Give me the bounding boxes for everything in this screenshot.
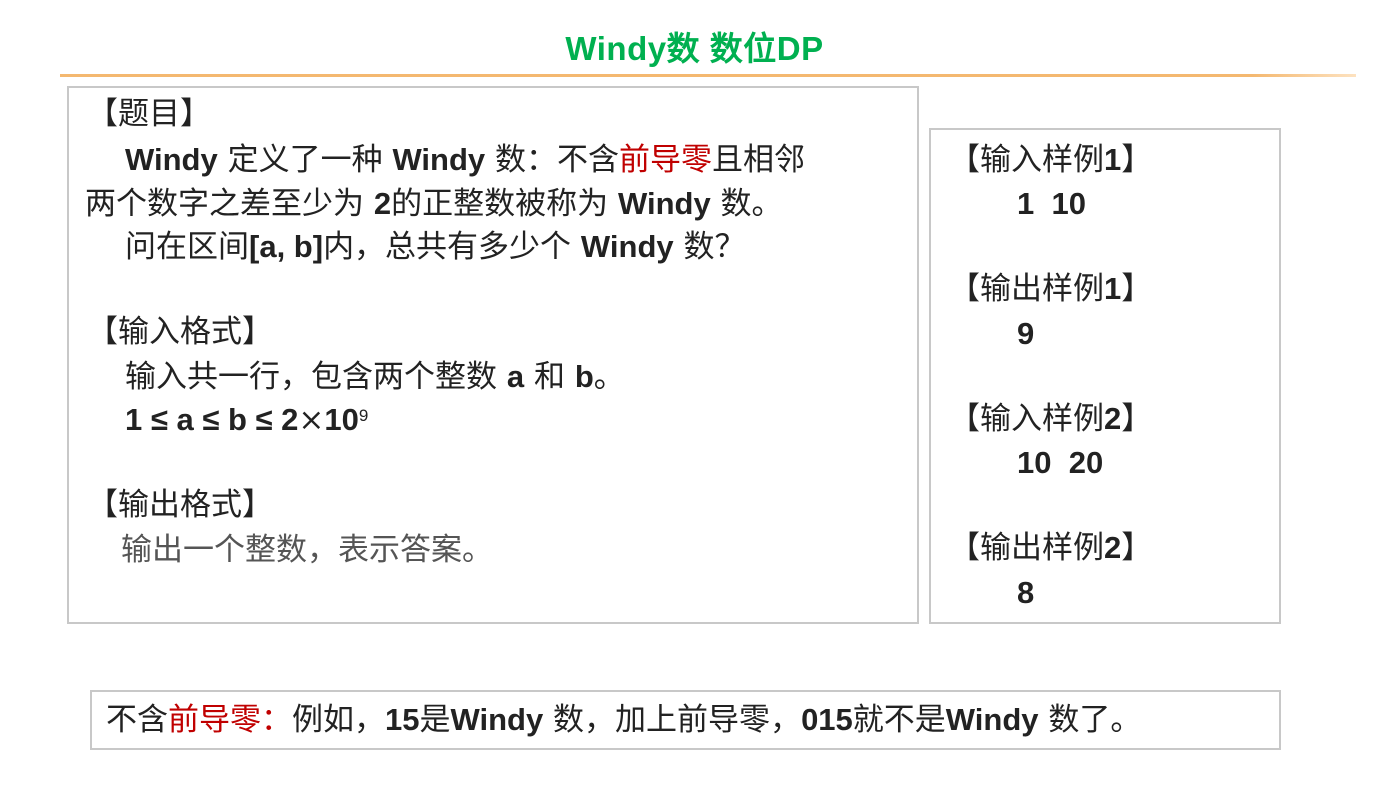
problem-statement-line-2: 两个数字之差至少为 2的正整数被称为 Windy 数。	[85, 186, 783, 222]
input-constraint: 1 ≤ a ≤ b ≤ 2×109	[125, 402, 368, 438]
page-title: Windy数 数位DP	[565, 30, 824, 67]
times-sign: ×	[298, 402, 325, 438]
power-exponent: 9	[358, 406, 369, 425]
sample-label: 输出样例	[980, 530, 1104, 566]
text-segment: 数。	[710, 186, 783, 222]
range-term: [a, b]	[249, 229, 324, 264]
bracket-open: 【	[949, 142, 980, 178]
power-base: 10	[324, 402, 359, 437]
leading-zero-highlight: 前导零：	[168, 702, 292, 738]
text-segment: 就不是	[852, 702, 946, 738]
sample-title: 【输出样例2】	[949, 530, 1152, 566]
sample-value: 8	[1017, 575, 1035, 610]
text-segment: 定义了一种	[217, 142, 393, 178]
var-a: a	[506, 359, 525, 394]
bracket-open: 【	[949, 401, 980, 437]
windy-term: Windy	[125, 142, 218, 177]
text-segment: 例如，	[292, 702, 385, 738]
sample-label: 输入样例	[980, 401, 1104, 437]
text-segment: 数，加上前导零，	[543, 702, 802, 738]
output-format-desc: 输出一个整数，表示答案。	[121, 532, 493, 568]
sample-value: 10 20	[1017, 445, 1104, 480]
note-panel: 不含前导零：例如，15是Windy 数，加上前导零，015就不是Windy 数了…	[90, 690, 1281, 750]
sample-number: 1	[1104, 142, 1122, 177]
var-b: b	[574, 359, 594, 394]
text-segment: 两个数字之差至少为	[85, 186, 374, 222]
text-segment: 内，总共有多少个	[323, 229, 581, 265]
problem-section-title: 【题目】	[87, 96, 211, 132]
windy-term: Windy	[617, 186, 711, 221]
input-format-desc: 输入共一行，包含两个整数 a 和 b。	[125, 359, 625, 395]
text-segment: 问在区间	[125, 229, 249, 265]
samples-panel: 【输入样例1】 1 10 【输出样例1】 9 【输入样例2】 10 20 【输出…	[929, 128, 1281, 624]
leading-zero-highlight: 前导零	[619, 142, 713, 178]
problem-panel: 【题目】 Windy 定义了一种 Windy 数：不含前导零且相邻 两个数字之差…	[67, 86, 919, 624]
bracket-close: 】	[1121, 142, 1153, 178]
windy-term: Windy	[450, 702, 544, 737]
sample-value: 1 10	[1017, 186, 1086, 221]
text-segment: 数？	[673, 229, 746, 265]
bracket-close: 】	[1121, 401, 1153, 437]
sample-title: 【输入样例1】	[949, 142, 1152, 178]
title-divider	[60, 74, 1356, 77]
sample-label: 输出样例	[980, 271, 1104, 307]
text-segment: 数：不含	[485, 142, 620, 178]
input-format-title: 【输入格式】	[87, 314, 273, 350]
constraint-text: 1 ≤ a ≤ b ≤ 2	[125, 402, 299, 437]
text-segment: 不含	[106, 702, 168, 738]
sample-title: 【输入样例2】	[949, 401, 1152, 437]
sample-label: 输入样例	[980, 142, 1104, 178]
number-15: 15	[385, 702, 420, 737]
sample-value: 9	[1017, 316, 1035, 351]
text-segment: 的正整数被称为	[391, 186, 618, 222]
output-format-title: 【输出格式】	[87, 487, 273, 523]
windy-term: Windy	[392, 142, 486, 177]
problem-question-line: 问在区间[a, b]内，总共有多少个 Windy 数？	[125, 229, 746, 265]
sample-number: 1	[1104, 271, 1122, 306]
sample-title: 【输出样例1】	[949, 271, 1152, 307]
text-segment: 输入共一行，包含两个整数	[125, 359, 507, 395]
bracket-open: 【	[949, 530, 980, 566]
text-segment: 是	[419, 702, 451, 738]
bracket-close: 】	[1121, 271, 1153, 307]
problem-statement-line-1: Windy 定义了一种 Windy 数：不含前导零且相邻	[125, 142, 805, 178]
text-segment: 且相邻	[712, 142, 806, 178]
text-segment: 。	[593, 359, 625, 395]
windy-term: Windy	[945, 702, 1039, 737]
number-two: 2	[373, 186, 392, 221]
sample-number: 2	[1104, 530, 1122, 565]
text-segment: 和	[524, 359, 575, 395]
windy-term: Windy	[580, 229, 674, 264]
bracket-open: 【	[949, 271, 980, 307]
note-text: 不含前导零：例如，15是Windy 数，加上前导零，015就不是Windy 数了…	[106, 702, 1141, 738]
bracket-close: 】	[1121, 530, 1153, 566]
text-segment: 数了。	[1038, 702, 1142, 738]
sample-number: 2	[1104, 401, 1122, 436]
number-015: 015	[801, 702, 853, 737]
